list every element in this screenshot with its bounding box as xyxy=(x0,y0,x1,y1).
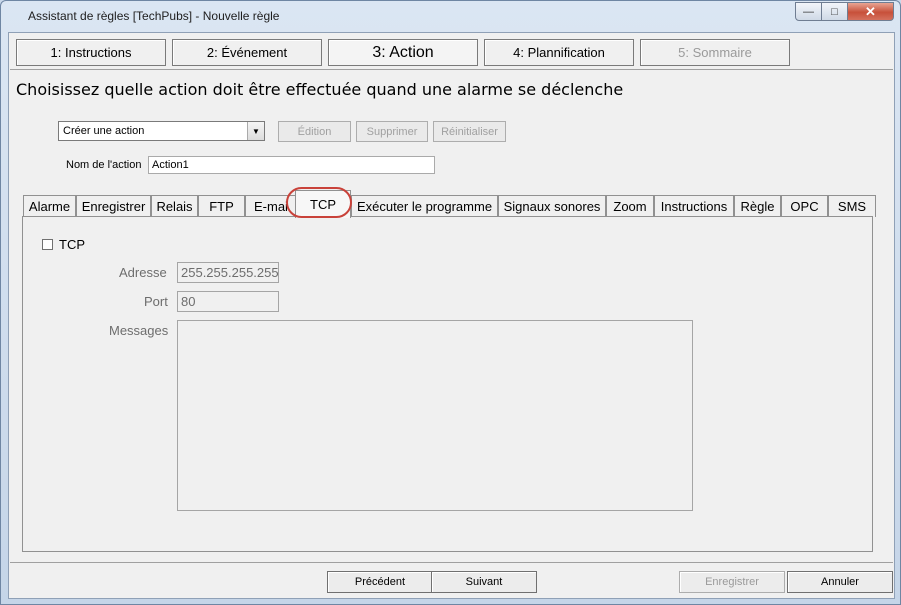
window-controls: — □ ✕ xyxy=(795,2,894,21)
tcp-checkbox-label: TCP xyxy=(59,237,85,252)
edit-button[interactable]: Édition xyxy=(278,121,351,142)
maximize-button[interactable]: □ xyxy=(822,2,848,21)
step-sommaire: 5: Sommaire xyxy=(640,39,790,66)
title-bar[interactable]: Assistant de règles [TechPubs] - Nouvell… xyxy=(1,1,900,31)
save-button: Enregistrer xyxy=(679,571,785,593)
tab-sms[interactable]: SMS xyxy=(828,195,876,217)
tab-relais[interactable]: Relais xyxy=(151,195,198,217)
minimize-button[interactable]: — xyxy=(795,2,822,21)
tab-alarme[interactable]: Alarme xyxy=(23,195,76,217)
tcp-checkbox[interactable]: TCP xyxy=(42,237,85,252)
tab-tcp[interactable]: TCP xyxy=(295,190,351,218)
reset-button[interactable]: Réinitialiser xyxy=(433,121,506,142)
messages-label: Messages xyxy=(109,323,169,338)
step-instructions[interactable]: 1: Instructions xyxy=(16,39,166,66)
action-select-value: Créer une action xyxy=(63,125,145,137)
tab-ftp[interactable]: FTP xyxy=(198,195,245,217)
page-heading: Choisissez quelle action doit être effec… xyxy=(16,80,624,99)
address-label: Adresse xyxy=(119,265,167,280)
cancel-button[interactable]: Annuler xyxy=(787,571,893,593)
chevron-down-icon[interactable]: ▼ xyxy=(247,122,264,140)
action-name-input[interactable]: Action1 xyxy=(148,156,435,174)
tcp-checkbox-box[interactable] xyxy=(42,239,53,250)
step-plannification[interactable]: 4: Plannification xyxy=(484,39,634,66)
next-button[interactable]: Suivant xyxy=(431,571,537,593)
wizard-window: Assistant de règles [TechPubs] - Nouvell… xyxy=(0,0,901,605)
tab-regle[interactable]: Règle xyxy=(734,195,781,217)
tab-enregistrer[interactable]: Enregistrer xyxy=(76,195,151,217)
messages-textarea xyxy=(177,320,693,511)
step-action[interactable]: 3: Action xyxy=(328,39,478,66)
window-title: Assistant de règles [TechPubs] - Nouvell… xyxy=(28,9,280,23)
port-label: Port xyxy=(144,294,168,309)
action-name-label: Nom de l'action xyxy=(66,159,142,171)
wizard-client-area: 1: Instructions 2: Événement 3: Action 4… xyxy=(8,32,895,599)
previous-button[interactable]: Précédent xyxy=(327,571,433,593)
tab-zoom[interactable]: Zoom xyxy=(606,195,654,217)
tab-signaux-sonores[interactable]: Signaux sonores xyxy=(498,195,606,217)
tab-instructions[interactable]: Instructions xyxy=(654,195,734,217)
port-field: 80 xyxy=(177,291,279,312)
step-bar: 1: Instructions 2: Événement 3: Action 4… xyxy=(10,34,893,70)
tab-executer-programme[interactable]: Exécuter le programme xyxy=(351,195,498,217)
close-button[interactable]: ✕ xyxy=(848,2,894,21)
delete-button[interactable]: Supprimer xyxy=(356,121,428,142)
footer-bar: Précédent Suivant Enregistrer Annuler xyxy=(10,562,893,597)
address-field: 255.255.255.255 xyxy=(177,262,279,283)
tcp-tab-panel: TCP Adresse 255.255.255.255 Port 80 Mess… xyxy=(22,216,873,552)
action-select[interactable]: Créer une action ▼ xyxy=(58,121,265,141)
step-evenement[interactable]: 2: Événement xyxy=(172,39,322,66)
tab-opc[interactable]: OPC xyxy=(781,195,828,217)
